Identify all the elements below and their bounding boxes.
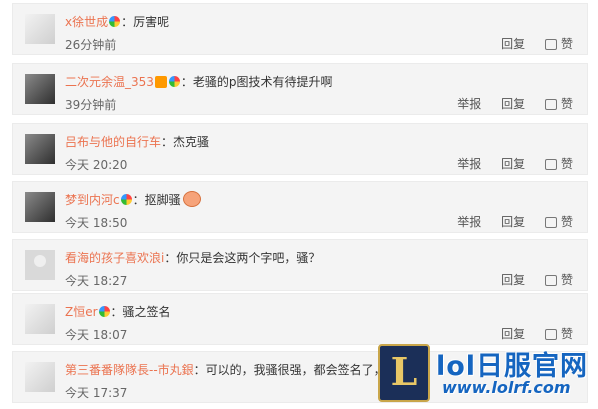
comment-line: Z恒er ：骚之签名 [65,303,171,320]
rainbow-badge-icon[interactable] [168,76,180,87]
reply-button[interactable]: 回复 [501,273,525,287]
comment-time: 今天 18:50 [65,216,128,230]
rainbow-badge-icon[interactable] [120,194,132,205]
thumbs-up-icon [544,39,557,50]
avatar[interactable] [25,192,55,222]
comment-item: 梦到内河c ：抠脚骚 今天 18:50 举报 回复 赞 [12,181,588,233]
thumbs-up-icon [544,329,557,340]
like-button[interactable]: 赞 [544,37,573,51]
comment-text: ：厉害呢 [121,15,170,29]
comment-text: ：老骚的p图技术有待提升啊 [180,75,333,89]
rainbow-badge-icon[interactable] [98,306,110,317]
comment-item: 二次元余温_353 ：老骚的p图技术有待提升啊 39分钟前 举报 回复 赞 [12,63,588,115]
comment-text: ：骚之签名 [110,305,171,319]
comment-line: 二次元余温_353 ：老骚的p图技术有待提升啊 [65,73,333,90]
like-button[interactable]: 赞 [544,215,573,229]
username-link[interactable]: 第三番番隊隊長--市丸銀 [65,363,194,377]
avatar[interactable] [25,362,55,392]
member-crown-icon[interactable] [154,76,167,88]
comment-time: 今天 17:37 [65,386,128,400]
comment-line: 看海的孩子喜欢浪i：你只是会这两个字吧，骚？ [65,249,320,266]
comment-item: 看海的孩子喜欢浪i：你只是会这两个字吧，骚？ 今天 18:27 回复 赞 [12,239,588,291]
reply-button[interactable]: 回复 [501,327,525,341]
comment-line: 梦到内河c ：抠脚骚 [65,191,201,208]
avatar[interactable] [25,74,55,104]
comment-line: 第三番番隊隊長--市丸銀：可以的，我骚很强，都会签名了， [65,361,386,378]
comment-time: 39分钟前 [65,98,117,112]
like-button[interactable]: 赞 [544,97,573,111]
reply-button[interactable]: 回复 [501,97,525,111]
reply-button[interactable]: 回复 [501,157,525,171]
comment-item: x徐世成 ：厉害呢 26分钟前 回复 赞 [12,3,588,55]
comment-actions: 举报 回复 赞 [441,95,573,112]
comment-text: ：可以的，我骚很强，都会签名了， [193,363,386,377]
comment-text: ：你只是会这两个字吧，骚？ [164,251,321,265]
username-link[interactable]: 看海的孩子喜欢浪i [65,251,164,265]
comment-text: ：抠脚骚 [132,193,181,207]
lol-logo: L [378,344,430,402]
like-button[interactable]: 赞 [544,157,573,171]
avatar[interactable] [25,14,55,44]
username-link[interactable]: 吕布与他的自行车 [65,135,161,149]
comment-actions: 举报 回复 赞 [441,155,573,172]
comment-actions: 回复 赞 [485,325,573,342]
rainbow-badge-icon[interactable] [109,16,121,27]
username-link[interactable]: 梦到内河c [65,193,120,207]
avatar[interactable] [25,250,55,280]
thumbs-up-icon [544,275,557,286]
report-button[interactable]: 举报 [457,97,481,111]
username-link[interactable]: x徐世成 [65,15,108,29]
comment-time: 26分钟前 [65,38,117,52]
site-watermark: L lol日服官网 www.lolrf.com [378,344,594,402]
username-link[interactable]: Z恒er [65,305,98,319]
comment-item: 吕布与他的自行车：杰克骚 今天 20:20 举报 回复 赞 [12,123,588,175]
comment-actions: 回复 赞 [485,271,573,288]
comment-actions: 举报 回复 赞 [441,213,573,230]
thumbs-up-icon [544,159,557,170]
scratching-emoji-icon [182,191,201,207]
watermark-url: www.lolrf.com [442,378,571,397]
comment-time: 今天 18:07 [65,328,128,342]
reply-button[interactable]: 回复 [501,37,525,51]
avatar[interactable] [25,304,55,334]
comment-line: x徐世成 ：厉害呢 [65,13,169,30]
thumbs-up-icon [544,99,557,110]
report-button[interactable]: 举报 [457,215,481,229]
report-button[interactable]: 举报 [457,157,481,171]
avatar[interactable] [25,134,55,164]
thumbs-up-icon [544,217,557,228]
like-button[interactable]: 赞 [544,273,573,287]
comment-actions: 回复 赞 [485,35,573,52]
comment-time: 今天 18:27 [65,274,128,288]
comment-line: 吕布与他的自行车：杰克骚 [65,133,209,150]
comment-item: Z恒er ：骚之签名 今天 18:07 回复 赞 [12,293,588,345]
like-button[interactable]: 赞 [544,327,573,341]
reply-button[interactable]: 回复 [501,215,525,229]
username-link[interactable]: 二次元余温_353 [65,75,154,89]
comment-text: ：杰克骚 [161,135,210,149]
comment-time: 今天 20:20 [65,158,128,172]
